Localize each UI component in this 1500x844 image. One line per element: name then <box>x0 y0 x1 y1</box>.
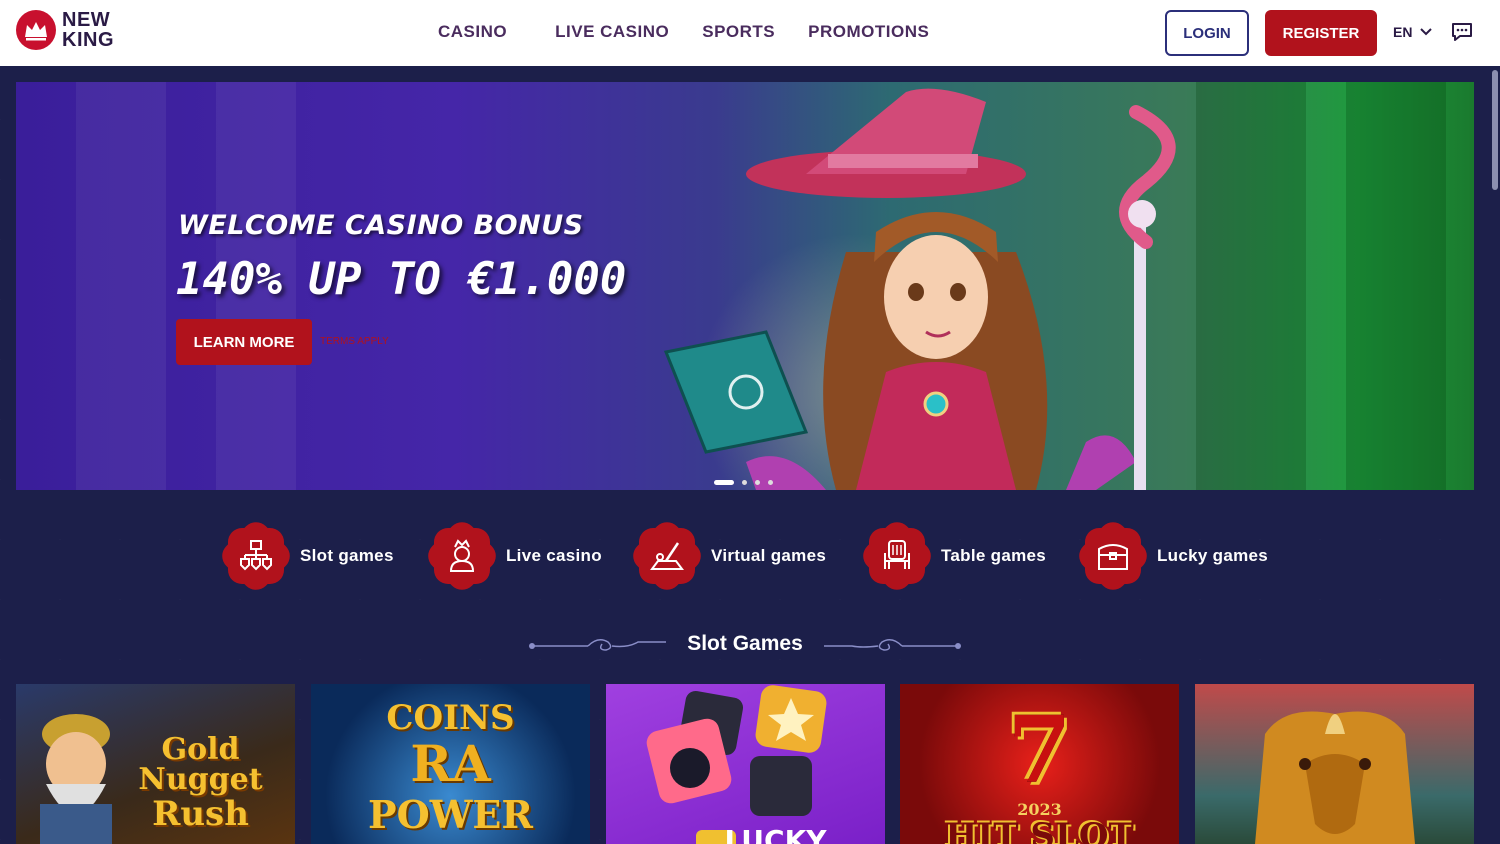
game-title-line: Rush <box>152 794 249 834</box>
chevron-down-icon <box>1420 28 1433 36</box>
brand-line-2: KING <box>62 29 114 51</box>
game-title-line: Nugget <box>138 762 263 797</box>
game-title-line: HIT SLOT <box>945 816 1134 844</box>
game-title-line: POWER <box>368 792 533 837</box>
scrollbar-thumb[interactable] <box>1492 70 1498 190</box>
witch-illustration <box>663 88 1176 490</box>
category-live-casino[interactable]: Live casino <box>428 522 602 590</box>
game-title-line: RA <box>410 734 491 793</box>
ornament-right-icon <box>824 639 961 651</box>
game-tile-lucky[interactable]: LUCKY <box>606 684 885 844</box>
brand-line-1: NEW <box>62 9 111 31</box>
category-label: Slot games <box>300 546 394 565</box>
hero-pillar-decor <box>1196 82 1306 490</box>
category-label: Table games <box>941 546 1047 565</box>
nav-sports[interactable]: SPORTS <box>702 22 775 42</box>
game-title-line: COINS <box>386 698 515 738</box>
brand-name: NEW KING <box>62 10 114 50</box>
section-title: Slot Games <box>687 632 803 655</box>
category-label: Lucky games <box>1157 546 1269 565</box>
brand-logo[interactable]: NEW KING <box>16 10 114 50</box>
hero-title: WELCOME CASINO BONUS <box>178 210 584 241</box>
lucky-blocks-illustration <box>646 685 827 844</box>
language-label: EN <box>1393 24 1413 40</box>
hero-pillar-decor <box>1346 82 1446 490</box>
hero-window-decor <box>76 82 166 490</box>
carousel-dot[interactable] <box>742 480 747 485</box>
lucky-games-icon <box>1079 522 1147 590</box>
chat-icon[interactable] <box>1451 21 1473 48</box>
game-title-line: LUCKY <box>724 824 827 844</box>
table-games-icon <box>863 522 931 590</box>
main-nav: CASINO LIVE CASINO SPORTS PROMOTIONS <box>438 22 962 42</box>
game-tile-hit-slot[interactable]: 7 2023 HIT SLOT <box>900 684 1179 844</box>
register-button[interactable]: REGISTER <box>1265 10 1377 56</box>
language-selector[interactable]: EN <box>1393 24 1433 40</box>
category-label: Virtual games <box>711 546 827 565</box>
hero-banner: WELCOME CASINO BONUS 140% UP TO €1.000 L… <box>16 82 1474 490</box>
category-table-games[interactable]: Table games <box>863 522 1046 590</box>
game-title-line: 7 <box>1007 696 1072 804</box>
nav-casino[interactable]: CASINO <box>438 22 507 42</box>
nav-live-casino[interactable]: LIVE CASINO <box>555 22 669 42</box>
nav-promotions[interactable]: PROMOTIONS <box>808 22 929 42</box>
carousel-dot[interactable] <box>714 480 734 485</box>
site-header: NEW KING CASINO LIVE CASINO SPORTS PROMO… <box>0 0 1500 66</box>
category-slot-games[interactable]: Slot games <box>222 522 394 590</box>
slot-games-icon <box>222 522 290 590</box>
terms-link[interactable]: TERMS APPLY <box>320 336 389 347</box>
rhino-illustration <box>1255 711 1415 844</box>
game-tile-coins-of-ra-power[interactable]: COINS RA POWER <box>311 684 590 844</box>
game-tile-rhino[interactable] <box>1195 684 1474 844</box>
virtual-games-icon <box>633 522 701 590</box>
category-label: Live casino <box>506 546 602 565</box>
category-lucky-games[interactable]: Lucky games <box>1079 522 1268 590</box>
carousel-dot[interactable] <box>755 480 760 485</box>
carousel-dots <box>714 480 773 485</box>
learn-more-button[interactable]: LEARN MORE <box>176 319 312 365</box>
game-tile-gold-nugget-rush[interactable]: Gold Nugget Rush <box>16 684 295 844</box>
crown-icon <box>16 10 56 50</box>
live-casino-icon <box>428 522 496 590</box>
carousel-dot[interactable] <box>768 480 773 485</box>
category-virtual-games[interactable]: Virtual games <box>633 522 826 590</box>
login-button[interactable]: LOGIN <box>1165 10 1249 56</box>
hero-bonus-amount: 140% UP TO €1.000 <box>176 254 627 305</box>
